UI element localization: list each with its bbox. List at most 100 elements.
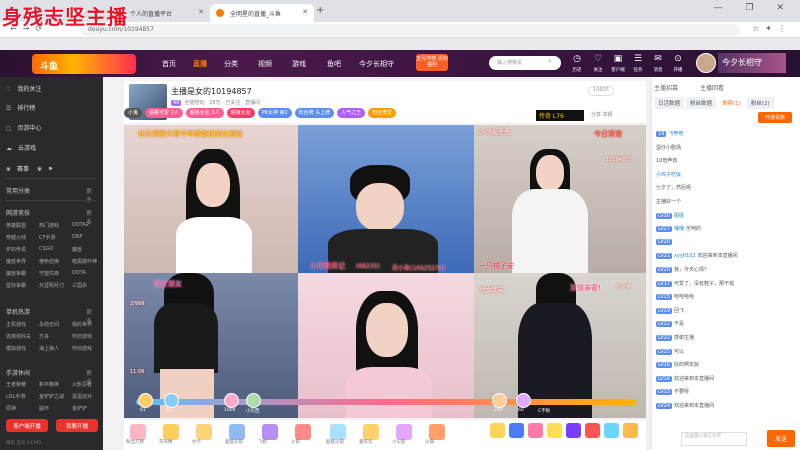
room-pill[interactable]: 小鬼 — [124, 108, 143, 118]
sidebar-section-mobile[interactable]: 手游休闲 更多 — [6, 368, 92, 386]
search-icon[interactable]: ⌕ — [548, 57, 559, 68]
gift-icon[interactable] — [229, 424, 245, 440]
gift-icon[interactable] — [528, 423, 543, 438]
user-avatar[interactable] — [224, 393, 239, 408]
sidebar-category-link[interactable]: LOL手游 — [6, 393, 39, 400]
gift-icon[interactable] — [262, 424, 278, 440]
sidebar-category-link[interactable]: 海上狼人 — [39, 345, 72, 352]
browser-toolbar-icons[interactable]: ☆✦⋮ — [752, 24, 792, 33]
sidebar-category-link[interactable]: 热门游戏 — [39, 222, 72, 229]
sidebar-category-link[interactable]: 蛋蛋派对 — [72, 393, 100, 400]
room-pill[interactable]: 粉丝牌 头上牌 — [294, 108, 335, 118]
gift-icon[interactable] — [604, 423, 619, 438]
sidebar-category-link[interactable]: 金铲铲之战 — [39, 393, 72, 400]
room-pill[interactable]: 粉丝宠爱 — [368, 108, 397, 118]
sidebar-category-link[interactable]: 我的世界 — [72, 321, 100, 328]
sidebar-category-link[interactable]: 永劫无间 — [39, 321, 72, 328]
chat-username[interactable]: 碰碰 — [674, 213, 684, 219]
gift-icon[interactable] — [130, 424, 146, 440]
send-button[interactable]: 发送 — [767, 430, 795, 447]
sidebar-category-link[interactable]: 暗黑破坏神 — [72, 258, 100, 265]
sidebar-category-link[interactable]: 英雄联盟 — [6, 222, 39, 229]
gift-icon[interactable] — [363, 424, 379, 440]
rank-promo-badge[interactable]: 五月冲榜 活动福利 — [416, 54, 448, 71]
gift-icon[interactable] — [330, 424, 346, 440]
nav-category[interactable]: 分类 — [224, 59, 238, 69]
chat-tabs[interactable]: 日活数据 粉丝数据 贵宾(1) 粉丝(2) — [654, 97, 796, 109]
follow-count-button[interactable]: 10605 — [588, 86, 614, 96]
sidebar-category-link[interactable]: 逃离塔科夫 — [6, 333, 39, 340]
gift-icon[interactable] — [509, 423, 524, 438]
sidebar-category-link[interactable]: 使命召唤 — [39, 258, 72, 265]
sidebar-category-link[interactable]: 怀旧游戏 — [72, 333, 100, 340]
sidebar-category-link[interactable]: 星际争霸 — [6, 282, 39, 289]
browser-tab-2[interactable]: 全明星的直播_斗鱼 ✕ — [210, 4, 314, 22]
client-live-button[interactable]: 客户端开播 — [6, 419, 48, 432]
sidebar-category-link[interactable]: 主机游戏 — [6, 321, 39, 328]
sidebar-category-link[interactable]: 和平精英 — [39, 381, 72, 388]
sidebar-item-follow[interactable]: ♡ 我的关注 — [6, 84, 41, 93]
sidebar-category-link[interactable]: 怀旧游戏 — [72, 345, 100, 352]
follow-icon[interactable]: ♡ 关注 — [589, 54, 607, 76]
sidebar-category-link[interactable]: 方舟 — [39, 333, 72, 340]
tab-daily[interactable]: 日活数据 — [654, 97, 685, 109]
chat-input[interactable]: 这里输入发言文字 — [681, 432, 747, 446]
tab-vip[interactable]: 贵宾(1) — [718, 97, 745, 109]
gift-icon[interactable] — [429, 424, 445, 440]
gift-icon[interactable] — [163, 424, 179, 440]
sidebar-category-link[interactable]: 魔兽 — [72, 246, 100, 253]
tab-fans[interactable]: 粉丝(2) — [746, 97, 774, 109]
sidebar-category-link[interactable]: 金铲铲 — [72, 405, 100, 412]
nav-video[interactable]: 视频 — [258, 59, 272, 69]
history-icon[interactable]: ◷ 历史 — [568, 54, 586, 76]
room-pill[interactable]: PK女神 第2 — [257, 108, 292, 118]
sidebar-category-link[interactable]: 穿越火线 — [6, 234, 39, 241]
sidebar-category-link[interactable]: 王者荣耀 — [6, 381, 39, 388]
share-report[interactable]: 分享 举报 — [591, 111, 613, 118]
sidebar-category-link[interactable]: 模拟游戏 — [6, 345, 39, 352]
window-controls[interactable]: — ❐ ✕ — [714, 3, 794, 13]
gift-icon[interactable] — [396, 424, 412, 440]
sidebar-category-link[interactable]: DOTA — [72, 270, 100, 277]
sidebar-section-single[interactable]: 单机热游 更多 — [6, 307, 92, 325]
chat-top-tabs[interactable]: 主播招募 主播回看 — [654, 83, 724, 92]
sidebar-category-link[interactable]: CF手游 — [39, 234, 72, 241]
sidebar-category-link[interactable]: 崩坏 — [39, 405, 72, 412]
sidebar-category-link[interactable]: CSGO — [39, 246, 72, 253]
user-avatar[interactable] — [138, 393, 153, 408]
gift-icon[interactable] — [623, 423, 638, 438]
gift-icon[interactable] — [490, 423, 505, 438]
gift-icon[interactable] — [566, 423, 581, 438]
sidebar-section-common[interactable]: 常用分类更多 — [6, 186, 92, 204]
sidebar-category-link[interactable]: 魔兽争霸 — [6, 270, 39, 277]
sidebar-item-webgame[interactable]: ▢ 页游中心 — [6, 123, 42, 132]
gift-icon[interactable] — [196, 424, 212, 440]
sidebar-item-match[interactable]: ❀ 赛事 ✾ ⚑ — [6, 164, 53, 173]
room-pill[interactable]: 温柔可爱 2人 — [145, 108, 183, 118]
event-banner[interactable]: 今夕长相守 — [718, 53, 786, 73]
sidebar-section-netgame[interactable]: 网游竞技 更多 — [6, 208, 92, 226]
close-tab-icon[interactable]: ✕ — [198, 8, 204, 16]
sidebar-item-cloudgame[interactable]: ☁ 云游戏 — [6, 143, 36, 152]
chat-username[interactable]: 飞奔吧 — [668, 131, 683, 137]
sidebar-category-link[interactable]: 炉石传说 — [6, 246, 39, 253]
sidebar-category-link[interactable]: 原神 — [6, 405, 39, 412]
user-avatar[interactable] — [696, 53, 716, 73]
sidebar-category-link[interactable]: 守望先锋 — [39, 270, 72, 277]
location-icon[interactable]: ⊙ 开播 — [669, 54, 687, 76]
nav-live[interactable]: 直播 — [193, 59, 207, 69]
sidebar-category-link[interactable]: 火影忍者 — [72, 381, 100, 388]
gift-icon[interactable] — [585, 423, 600, 438]
sidebar-category-link[interactable]: 天涯明月刀 — [39, 282, 72, 289]
open-noble-button[interactable]: 开通贵族 — [758, 112, 792, 123]
site-logo[interactable]: 斗鱼 — [32, 54, 136, 74]
nav-event[interactable]: 今夕长相守 — [359, 59, 394, 69]
nav-game[interactable]: 游戏 — [292, 59, 306, 69]
close-tab-icon[interactable]: ✕ — [302, 8, 308, 16]
start-live-button[interactable]: 我要开播 — [56, 419, 98, 432]
user-avatar[interactable] — [516, 393, 531, 408]
user-avatar[interactable] — [246, 393, 261, 408]
broadcast-icon[interactable]: ▣ 客户端 — [609, 54, 627, 76]
nav-home[interactable]: 首页 — [162, 59, 176, 69]
room-pill[interactable]: 超级女友 — [226, 108, 255, 118]
